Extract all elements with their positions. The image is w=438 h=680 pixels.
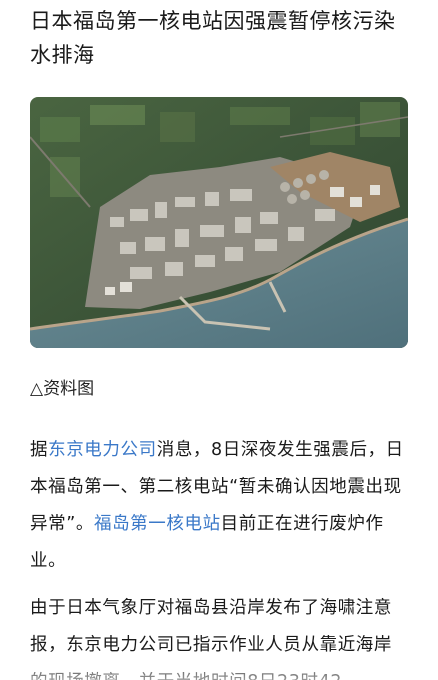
link-fukushima-daiichi[interactable]: 福岛第一核电站 bbox=[94, 514, 221, 534]
link-tepco[interactable]: 东京电力公司 bbox=[48, 440, 157, 460]
article-title: 日本福岛第一核电站因强震暂停核污染水排海 bbox=[30, 9, 396, 67]
article-view: 日本福岛第一核电站因强震暂停核污染水排海 △资料图 据东京电力公司消息，8日深夜… bbox=[0, 0, 438, 680]
article-photo[interactable] bbox=[30, 97, 408, 348]
article-paragraph-1: 据东京电力公司消息，8日深夜发生强震后，日本福岛第一、第二核电站“暂未确认因地震… bbox=[30, 432, 410, 580]
para1-text-1: 据 bbox=[30, 440, 49, 460]
aerial-photo-illustration bbox=[30, 97, 408, 348]
image-caption: △资料图 bbox=[30, 379, 95, 399]
article-paragraph-2: 由于日本气象厅对福岛县沿岸发布了海啸注意报，东京电力公司已指示作业人员从靠近海岸… bbox=[30, 598, 392, 680]
